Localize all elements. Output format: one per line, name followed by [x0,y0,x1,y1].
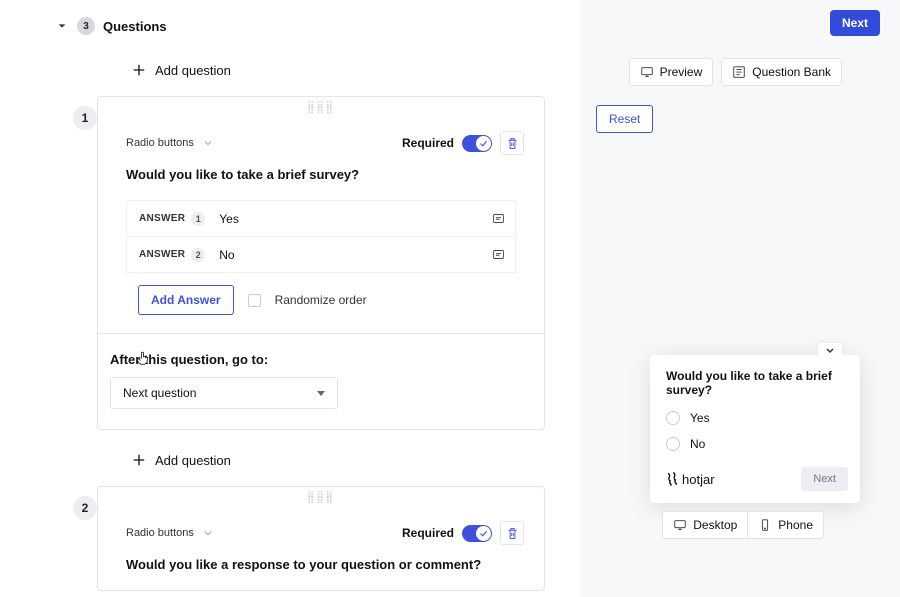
add-question-middle[interactable]: Add question [45,430,580,486]
goto-value: Next question [123,386,196,400]
widget-next-button[interactable]: Next [801,467,848,491]
hotjar-brand: hotjar [664,472,715,487]
answer-label: ANSWER [139,213,185,224]
add-question-top[interactable]: Add question [45,40,580,96]
desktop-button[interactable]: Desktop [663,512,747,538]
hand-cursor-icon [135,350,151,369]
chevron-down-icon [204,138,214,148]
list-icon [732,65,746,79]
desktop-icon [673,518,687,532]
required-label: Required [402,526,454,540]
question-text[interactable]: Would you like a response to your questi… [98,553,544,590]
question-type-label: Radio buttons [126,527,194,539]
add-question-label: Add question [155,453,231,468]
dropdown-icon [317,391,325,396]
question-text[interactable]: Would you like to take a brief survey? [98,163,544,200]
device-switch: Desktop Phone [662,511,824,539]
question-card: ⠿⠿⠿⠿⠿⠿ Radio buttons Required [97,486,545,591]
delete-question-button[interactable] [500,521,524,545]
question-type-label: Radio buttons [126,137,194,149]
page-title: Questions [103,19,167,34]
preview-widget: Would you like to take a brief survey? Y… [650,355,860,503]
answer-number: 1 [191,212,205,226]
branch-icon[interactable] [491,248,505,262]
randomize-label: Randomize order [275,293,367,307]
chevron-down-icon [204,528,214,538]
phone-icon [758,518,772,532]
grip-icon: ⠿⠿⠿⠿⠿⠿ [307,494,335,504]
plus-icon [131,62,147,78]
answer-label: ANSWER [139,249,185,260]
required-toggle[interactable] [462,525,492,542]
question-type-select[interactable]: Radio buttons [126,137,214,149]
plus-icon [131,452,147,468]
widget-collapse-tab[interactable] [818,343,842,357]
widget-option[interactable]: Yes [650,405,860,431]
after-question-label: After this question, go to: [98,352,544,377]
next-button[interactable]: Next [830,10,880,36]
widget-question: Would you like to take a brief survey? [650,355,860,405]
reset-button[interactable]: Reset [596,105,653,133]
question-bank-button[interactable]: Question Bank [721,58,842,86]
answer-text[interactable]: Yes [219,212,491,226]
monitor-icon [640,65,654,79]
preview-button[interactable]: Preview [629,58,714,86]
goto-select[interactable]: Next question [110,377,338,409]
required-label: Required [402,136,454,150]
radio-icon [666,411,680,425]
step-badge: 3 [77,17,95,35]
required-toggle[interactable] [462,135,492,152]
question-card: ⠿⠿⠿⠿⠿⠿ Radio buttons Required [97,96,545,430]
drag-handle[interactable]: ⠿⠿⠿⠿⠿⠿ [98,487,544,511]
widget-option[interactable]: No [650,431,860,457]
question-number-badge: 2 [73,496,97,520]
answer-number: 2 [191,248,205,262]
grip-icon: ⠿⠿⠿⠿⠿⠿ [307,104,335,114]
add-question-label: Add question [155,63,231,78]
answers-list: ANSWER 1 Yes ANSWER 2 No [126,200,516,273]
delete-question-button[interactable] [500,131,524,155]
randomize-checkbox[interactable] [248,294,261,307]
phone-button[interactable]: Phone [747,512,823,538]
answer-text[interactable]: No [219,248,491,262]
branch-icon[interactable] [491,212,505,226]
add-answer-button[interactable]: Add Answer [138,285,234,315]
question-number-badge: 1 [73,106,97,130]
drag-handle[interactable]: ⠿⠿⠿⠿⠿⠿ [98,97,544,121]
radio-icon [666,437,680,451]
question-type-select[interactable]: Radio buttons [126,527,214,539]
collapse-icon[interactable] [55,19,69,33]
answer-row[interactable]: ANSWER 2 No [127,237,515,273]
answer-row[interactable]: ANSWER 1 Yes [127,201,515,237]
hotjar-icon [664,472,678,486]
